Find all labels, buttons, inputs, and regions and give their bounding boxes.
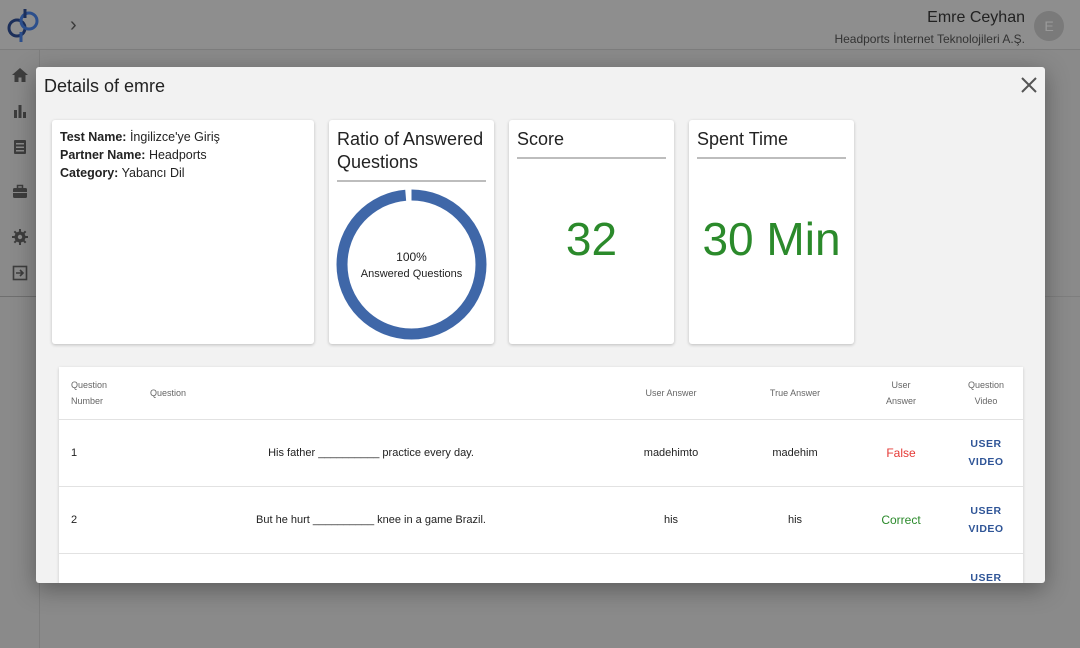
header-question-video: Question Video bbox=[967, 380, 1005, 406]
table-row: 2 But he hurt __________ knee in a game … bbox=[59, 486, 1023, 553]
video-link-line1: USER bbox=[970, 572, 1002, 583]
test-name-row: Test Name: İngilizce'ye Giriş bbox=[60, 128, 306, 146]
row-question: His father __________ practice every day… bbox=[268, 447, 474, 459]
partner-name-row: Partner Name: Headports bbox=[60, 146, 306, 164]
home-icon[interactable] bbox=[11, 66, 29, 84]
logout-icon[interactable] bbox=[11, 264, 29, 282]
row-question: But he hurt __________ knee in a game Br… bbox=[256, 514, 486, 526]
ratio-card-title: Ratio of Answered Questions bbox=[337, 128, 486, 182]
table-row: 1 His father __________ practice every d… bbox=[59, 419, 1023, 486]
row-user-answer: madehimto bbox=[643, 447, 699, 459]
video-link-line2: VIDEO bbox=[968, 523, 1004, 535]
video-link-line1: USER bbox=[970, 438, 1002, 450]
briefcase-icon[interactable] bbox=[11, 183, 29, 201]
partner-name-label: Partner Name: bbox=[60, 148, 146, 162]
gear-icon[interactable] bbox=[11, 228, 29, 246]
category-row: Category: Yabancı Dil bbox=[60, 164, 306, 182]
header-question-number: Question Number bbox=[71, 380, 108, 406]
row-number: 1 bbox=[71, 447, 78, 459]
donut-arc bbox=[336, 189, 487, 340]
row-result: Correct bbox=[881, 513, 921, 527]
user-name: Emre Ceyhan bbox=[927, 9, 1025, 26]
score-card: Score 32 bbox=[509, 120, 674, 344]
answered-ratio-donut bbox=[336, 189, 487, 340]
top-bar: › Emre Ceyhan Headports İnternet Teknolo… bbox=[0, 0, 1080, 50]
video-link-line2: VIDEO bbox=[968, 456, 1004, 468]
answers-table: Question Number Question User Answer Tru… bbox=[59, 367, 1023, 583]
user-video-button[interactable]: USER VIDEO bbox=[959, 502, 1013, 538]
avatar[interactable]: E bbox=[1034, 11, 1064, 41]
bar-chart-icon[interactable] bbox=[11, 102, 29, 120]
app-logo[interactable] bbox=[6, 6, 40, 44]
row-user-answer: his bbox=[663, 514, 679, 526]
user-company: Headports İnternet Teknolojileri A.Ş. bbox=[834, 32, 1025, 46]
row-true-answer: his bbox=[787, 514, 803, 526]
user-video-button[interactable]: USER bbox=[959, 569, 1013, 583]
header-question: Question bbox=[150, 388, 187, 398]
partner-name-value: Headports bbox=[148, 148, 207, 162]
spent-time-value: 30 Min bbox=[702, 213, 841, 265]
spent-time-card: Spent Time 30 Min bbox=[689, 120, 854, 344]
user-video-button[interactable]: USER VIDEO bbox=[959, 435, 1013, 471]
ratio-card: Ratio of Answered Questions 100% Answere… bbox=[329, 120, 494, 344]
details-modal: Details of emre Test Name: İngilizce'ye … bbox=[36, 67, 1045, 583]
side-nav bbox=[0, 50, 40, 648]
row-true-answer: madehim bbox=[772, 447, 818, 459]
chevron-right-icon[interactable]: › bbox=[70, 14, 77, 37]
video-link-line1: USER bbox=[970, 505, 1002, 517]
header-result: User Answer bbox=[885, 380, 916, 406]
row-result: False bbox=[886, 446, 916, 460]
score-card-title: Score bbox=[517, 128, 666, 159]
test-name-value: İngilizce'ye Giriş bbox=[129, 130, 220, 144]
list-icon[interactable] bbox=[11, 138, 29, 156]
donut-caption: Answered Questions bbox=[360, 268, 463, 280]
test-info-card: Test Name: İngilizce'ye Giriş Partner Na… bbox=[52, 120, 314, 344]
header-user-answer: User Answer bbox=[645, 388, 697, 398]
row-number: 2 bbox=[71, 514, 78, 526]
score-value: 32 bbox=[565, 213, 618, 265]
nav-divider bbox=[0, 296, 40, 297]
close-icon[interactable] bbox=[1019, 75, 1039, 95]
test-name-label: Test Name: bbox=[60, 130, 127, 144]
spent-time-card-title: Spent Time bbox=[697, 128, 846, 159]
donut-percent: 100% bbox=[396, 250, 427, 264]
header-true-answer: True Answer bbox=[769, 388, 821, 398]
modal-title: Details of emre bbox=[44, 76, 166, 96]
table-row: USER bbox=[59, 553, 1023, 583]
category-label: Category: bbox=[60, 166, 119, 180]
category-value: Yabancı Dil bbox=[121, 166, 185, 180]
